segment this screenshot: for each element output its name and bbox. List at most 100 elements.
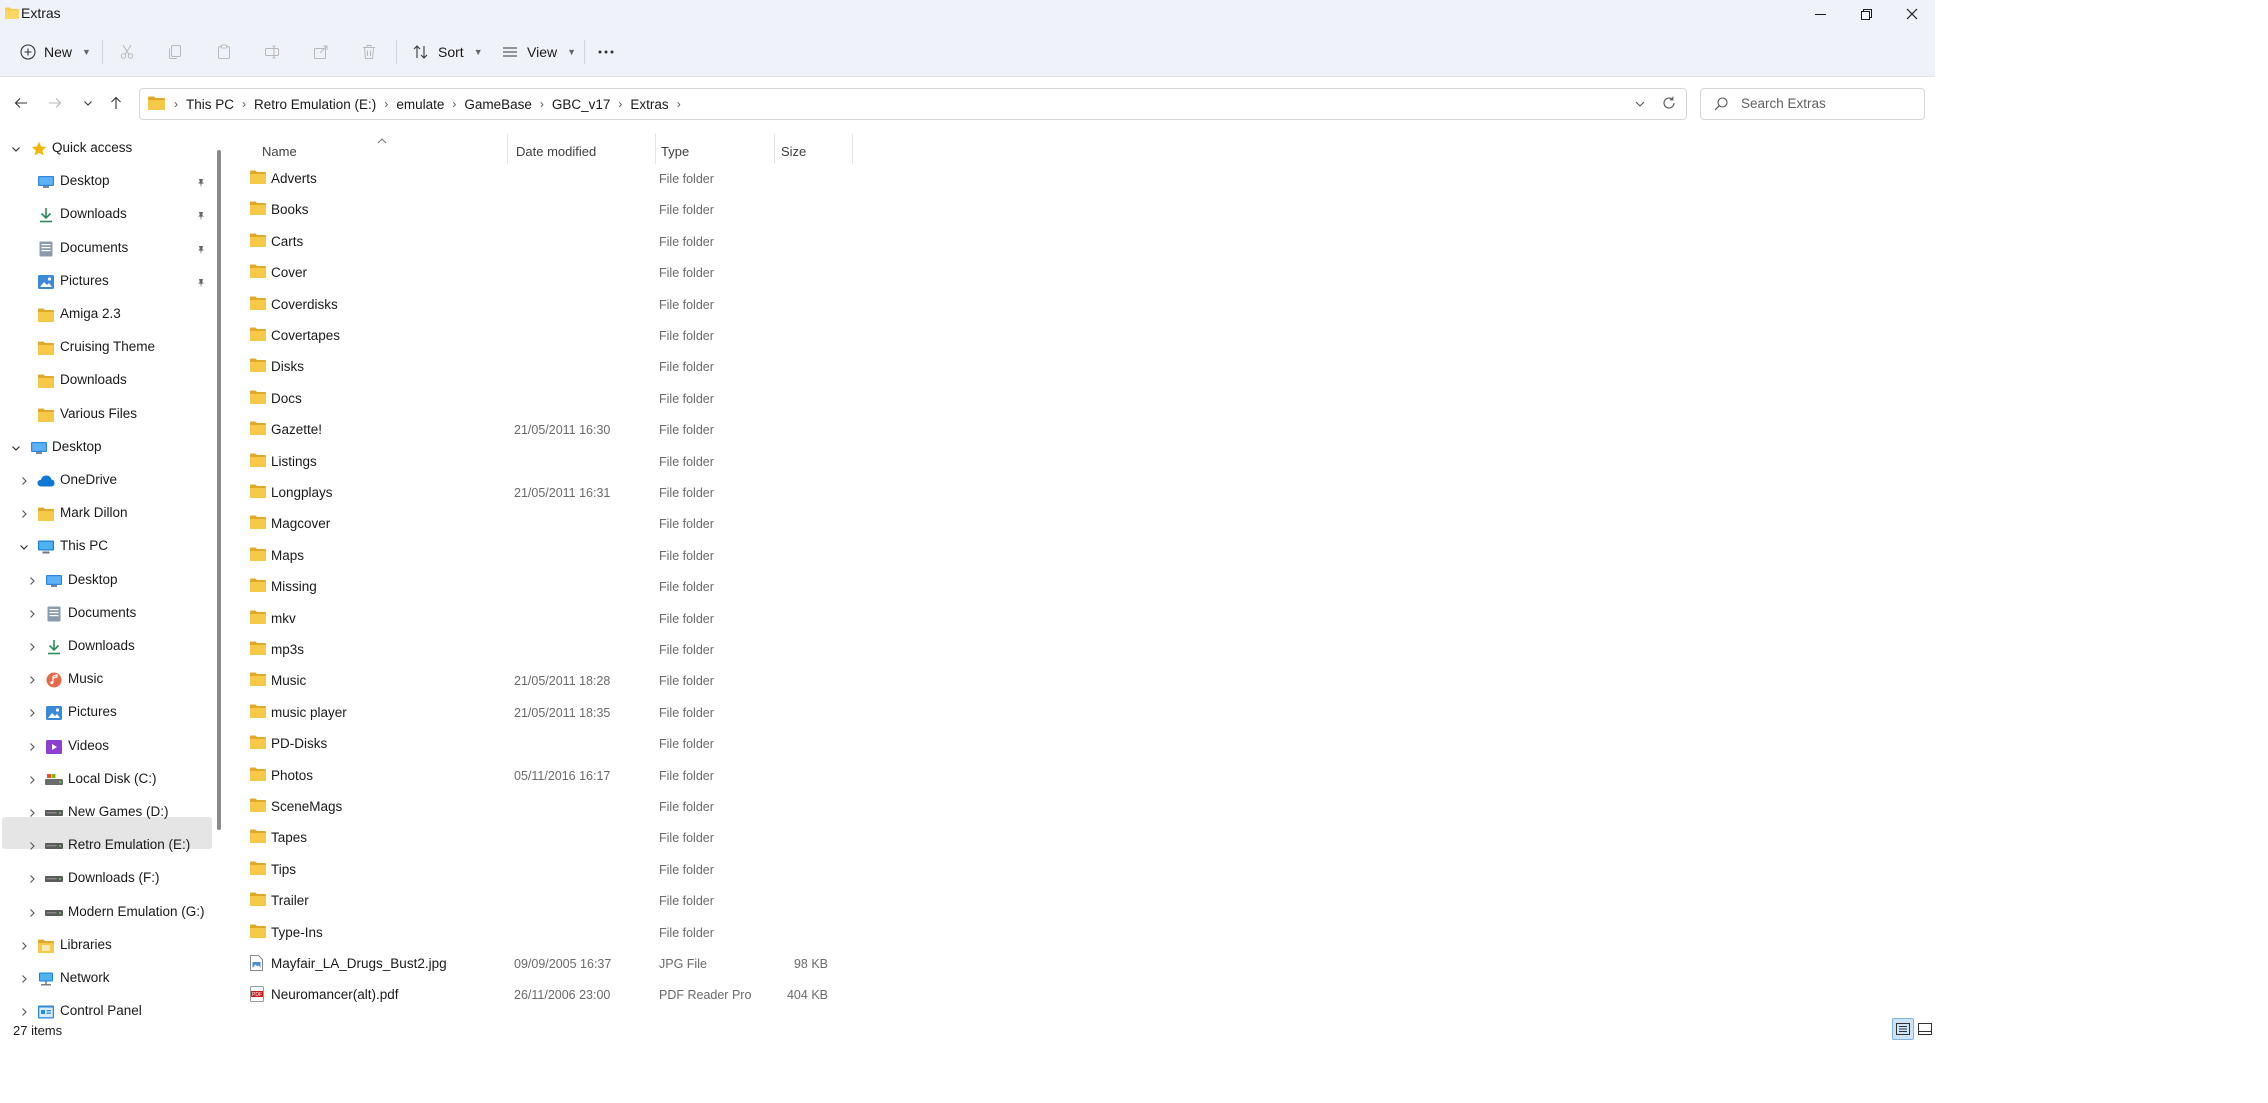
column-divider[interactable] [852, 134, 853, 164]
file-row[interactable]: Trailer File folder [230, 885, 850, 916]
sidebar-item-downloads[interactable]: Downloads [0, 366, 212, 396]
paste-button[interactable] [213, 41, 235, 63]
sidebar-item-this-pc[interactable]: This PC [0, 532, 212, 562]
sidebar-item-pc-pictures[interactable]: Pictures [0, 698, 212, 728]
file-row[interactable]: Missing File folder [230, 571, 850, 602]
file-row[interactable]: Maps File folder [230, 540, 850, 571]
file-row[interactable]: Disks File folder [230, 351, 850, 382]
breadcrumb-emulate[interactable]: emulate [393, 97, 447, 112]
sidebar-item-pc-new-games-d[interactable]: New Games (D:) [0, 798, 212, 828]
more-options-button[interactable] [597, 38, 615, 66]
chevron-right-icon[interactable] [25, 640, 39, 654]
file-row[interactable]: PD-Disks File folder [230, 728, 850, 759]
restore-button[interactable] [1843, 0, 1889, 28]
sidebar-item-desktop-root[interactable]: Desktop [0, 433, 212, 463]
new-button[interactable]: New ▼ [20, 38, 91, 66]
file-row[interactable]: Books File folder [230, 194, 850, 225]
pin-icon[interactable] [196, 243, 206, 258]
chevron-right-icon[interactable] [17, 939, 31, 953]
address-history-button[interactable] [1634, 97, 1646, 114]
sidebar-item-pc-downloads[interactable]: Downloads [0, 632, 212, 662]
sidebar-item-libraries[interactable]: Libraries [0, 931, 212, 961]
file-row[interactable]: Longplays 21/05/2011 16:31 File folder [230, 477, 850, 508]
recent-locations-button[interactable] [76, 91, 100, 115]
file-row[interactable]: Carts File folder [230, 226, 850, 257]
chevron-down-icon[interactable] [17, 540, 31, 554]
sidebar-item-cruising-theme[interactable]: Cruising Theme [0, 333, 212, 363]
up-button[interactable] [104, 91, 128, 115]
column-header-size[interactable]: Size [781, 136, 806, 166]
close-button[interactable] [1889, 0, 1935, 28]
chevron-right-icon[interactable] [17, 1005, 31, 1019]
file-row[interactable]: Covertapes File folder [230, 320, 850, 351]
rename-button[interactable] [261, 41, 283, 63]
chevron-right-icon[interactable] [25, 706, 39, 720]
chevron-down-icon[interactable] [9, 441, 23, 455]
breadcrumb-retro-emulation[interactable]: Retro Emulation (E:) [251, 97, 379, 112]
breadcrumb-extras[interactable]: Extras [627, 97, 671, 112]
column-header-date[interactable]: Date modified [516, 136, 596, 166]
cut-button[interactable] [116, 41, 138, 63]
copy-button[interactable] [164, 41, 186, 63]
file-row[interactable]: Mayfair_LA_Drugs_Bust2.jpg 09/09/2005 16:… [230, 948, 850, 979]
file-row[interactable]: mp3s File folder [230, 634, 850, 665]
chevron-right-icon[interactable] [17, 474, 31, 488]
sidebar-item-pc-videos[interactable]: Videos [0, 732, 212, 762]
breadcrumb-gbc-v17[interactable]: GBC_v17 [549, 97, 614, 112]
file-row[interactable]: Type-Ins File folder [230, 917, 850, 948]
sort-button[interactable]: Sort ▼ [412, 38, 483, 66]
pin-icon[interactable] [196, 176, 206, 191]
file-row[interactable]: Docs File folder [230, 383, 850, 414]
address-bar[interactable]: › This PC › Retro Emulation (E:) › emula… [139, 88, 1687, 120]
file-row[interactable]: PDF Neuromancer(alt).pdf 26/11/2006 23:00 P… [230, 979, 850, 1010]
column-divider[interactable] [507, 134, 508, 164]
file-row[interactable]: Tips File folder [230, 854, 850, 885]
sidebar-item-pc-desktop[interactable]: Desktop [0, 566, 212, 596]
minimize-button[interactable] [1797, 0, 1843, 28]
file-row[interactable]: Magcover File folder [230, 508, 850, 539]
sidebar-item-network[interactable]: Network [0, 964, 212, 994]
chevron-right-icon[interactable] [25, 773, 39, 787]
large-icons-view-button[interactable] [1914, 1018, 1936, 1040]
chevron-right-icon[interactable] [25, 673, 39, 687]
sidebar-scrollbar[interactable] [217, 150, 221, 830]
sidebar-item-onedrive[interactable]: OneDrive [0, 466, 212, 496]
breadcrumb-this-pc[interactable]: This PC [183, 97, 237, 112]
delete-button[interactable] [358, 41, 380, 63]
sidebar-item-pc-local-disk-c[interactable]: Local Disk (C:) [0, 765, 212, 795]
sidebar-item-pictures[interactable]: Pictures [0, 267, 212, 297]
file-row[interactable]: Listings File folder [230, 446, 850, 477]
sidebar-item-desktop[interactable]: Desktop [0, 167, 212, 197]
file-row[interactable]: mkv File folder [230, 603, 850, 634]
file-row[interactable]: Gazette! 21/05/2011 16:30 File folder [230, 414, 850, 445]
column-divider[interactable] [774, 134, 775, 164]
breadcrumb-gamebase[interactable]: GameBase [461, 97, 535, 112]
file-row[interactable]: music player 21/05/2011 18:35 File folder [230, 697, 850, 728]
sidebar-item-pc-retro-emulation-e[interactable]: Retro Emulation (E:) [0, 831, 212, 861]
file-row[interactable]: Tapes File folder [230, 822, 850, 853]
sidebar-item-pc-documents[interactable]: Documents [0, 599, 212, 629]
chevron-right-icon[interactable] [25, 607, 39, 621]
search-input[interactable]: Search Extras [1700, 88, 1925, 120]
view-button[interactable]: View ▼ [501, 38, 576, 66]
column-header-name[interactable]: Name [262, 136, 297, 166]
file-row[interactable]: SceneMags File folder [230, 791, 850, 822]
refresh-button[interactable] [1662, 96, 1676, 114]
chevron-right-icon[interactable] [17, 972, 31, 986]
sidebar-item-quick-access[interactable]: Quick access [0, 134, 212, 164]
sidebar-item-pc-music[interactable]: Music [0, 665, 212, 695]
column-header-type[interactable]: Type [661, 136, 689, 166]
file-row[interactable]: Adverts File folder [230, 163, 850, 194]
sidebar-item-amiga-2-3[interactable]: Amiga 2.3 [0, 300, 212, 330]
chevron-right-icon[interactable] [25, 574, 39, 588]
chevron-down-icon[interactable] [9, 142, 23, 156]
sidebar-item-various-files[interactable]: Various Files [0, 400, 212, 430]
chevron-right-icon[interactable] [25, 740, 39, 754]
share-button[interactable] [310, 41, 332, 63]
file-row[interactable]: Cover File folder [230, 257, 850, 288]
pin-icon[interactable] [196, 276, 206, 291]
file-row[interactable]: Coverdisks File folder [230, 289, 850, 320]
sidebar-item-pc-downloads-f[interactable]: Downloads (F:) [0, 864, 212, 894]
sidebar-item-documents[interactable]: Documents [0, 234, 212, 264]
sidebar-item-pc-modern-emulation-g[interactable]: Modern Emulation (G:) [0, 898, 212, 928]
